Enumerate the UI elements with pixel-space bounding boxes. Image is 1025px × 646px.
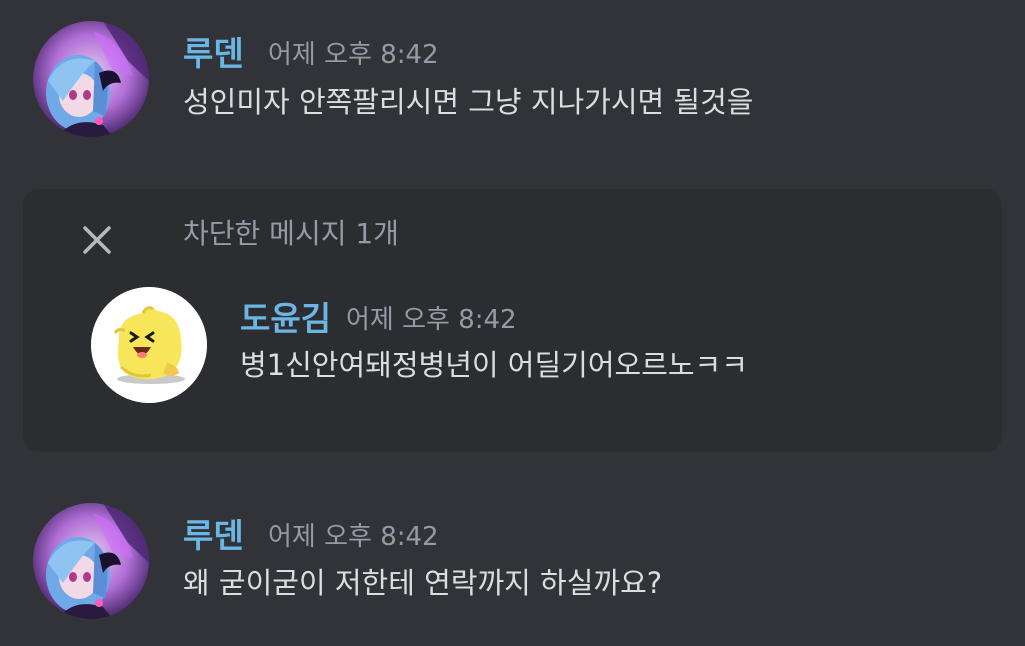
blocked-messages-label[interactable]: 차단한 메시지 1개 [183, 220, 399, 248]
timestamp: 어제 오후 8:42 [268, 522, 439, 552]
user-avatar[interactable] [33, 21, 149, 137]
user-avatar[interactable] [33, 503, 149, 619]
message-text: 성인미자 안쪽팔리시면 그냥 지나가시면 될것을 [183, 85, 754, 119]
close-icon[interactable] [78, 221, 116, 259]
anime-character-avatar-icon [33, 21, 149, 137]
yellow-creature-avatar-icon [91, 287, 207, 403]
anime-character-avatar-icon [33, 503, 149, 619]
message-text: 병1신안여돼정병년이 어딜기어오르노ㅋㅋ [240, 348, 748, 382]
timestamp: 어제 오후 8:42 [346, 305, 517, 335]
message-text: 왜 굳이굳이 저한테 연락까지 하실까요? [183, 566, 663, 600]
username[interactable]: 루덴 [183, 519, 244, 552]
username[interactable]: 루덴 [183, 37, 244, 70]
user-avatar[interactable] [91, 287, 207, 403]
timestamp: 어제 오후 8:42 [268, 40, 439, 70]
username[interactable]: 도윤김 [240, 302, 331, 335]
